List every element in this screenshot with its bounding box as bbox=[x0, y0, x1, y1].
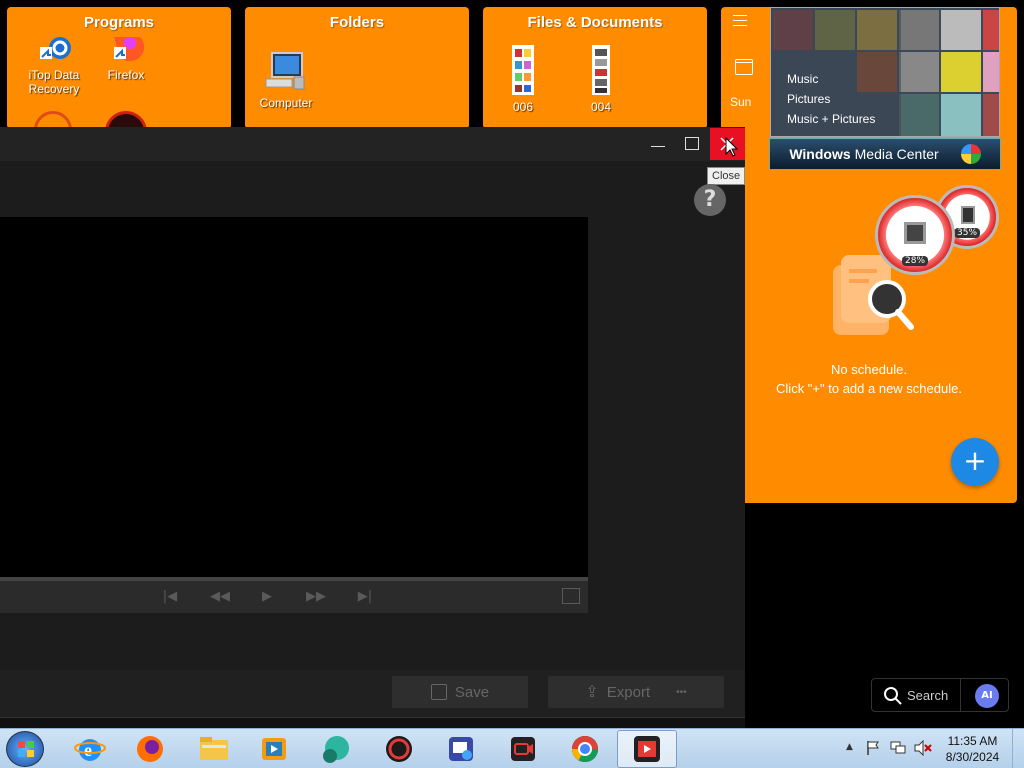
media-menu-music-pictures[interactable]: Music + Pictures bbox=[787, 109, 875, 129]
media-center-brand-suffix: Media Center bbox=[854, 146, 939, 162]
active-app-taskbar-button[interactable] bbox=[617, 730, 677, 768]
media-center-gadget[interactable]: Music Pictures Music + Pictures bbox=[770, 7, 1000, 137]
media-menu-pictures[interactable]: Pictures bbox=[787, 89, 875, 109]
show-hidden-icons-button[interactable]: ▲ bbox=[846, 742, 853, 752]
volume-muted-icon[interactable] bbox=[914, 739, 932, 757]
calendar-icon[interactable] bbox=[735, 59, 753, 75]
close-icon bbox=[720, 136, 739, 157]
skip-end-icon[interactable]: ▶| bbox=[355, 589, 375, 605]
close-tooltip: Close bbox=[707, 167, 746, 185]
maximize-button[interactable] bbox=[685, 137, 699, 150]
cpu-gauge-value: 28% bbox=[902, 256, 929, 266]
cpu-gauge: 28% bbox=[875, 195, 955, 275]
add-schedule-hint: Click "+" to add a new schedule. bbox=[776, 381, 962, 396]
media-center-launch-button[interactable]: Windows Media Center bbox=[769, 138, 1001, 170]
export-button[interactable]: ⇪ Export ••• bbox=[548, 676, 724, 708]
skip-start-icon[interactable]: |◀ bbox=[160, 589, 180, 605]
chrome-icon[interactable] bbox=[569, 733, 601, 765]
file-004-shortcut[interactable]: 004 bbox=[566, 45, 636, 114]
firefox-shortcut[interactable]: Firefox bbox=[91, 37, 161, 82]
security-app-icon[interactable] bbox=[383, 733, 415, 765]
timeline-ruler[interactable] bbox=[0, 717, 745, 728]
clock[interactable]: 11:35 AM 8/30/2024 bbox=[940, 733, 1005, 765]
folders-fence-title: Folders bbox=[329, 14, 385, 31]
save-icon bbox=[430, 684, 447, 700]
firefox-icon bbox=[91, 37, 161, 66]
video-preview bbox=[0, 217, 588, 577]
start-button[interactable] bbox=[6, 731, 44, 767]
file-explorer-icon[interactable] bbox=[198, 733, 230, 765]
media-menu-music[interactable]: Music bbox=[787, 69, 875, 89]
video-editor-icon bbox=[634, 736, 660, 762]
search-icon bbox=[884, 687, 902, 705]
fullscreen-icon[interactable] bbox=[562, 588, 580, 604]
photo-app-icon[interactable] bbox=[445, 733, 477, 765]
hamburger-menu-icon[interactable] bbox=[733, 15, 747, 26]
computer-shortcut[interactable]: Computer bbox=[251, 51, 321, 110]
firefox-label: Firefox bbox=[107, 68, 145, 82]
clock-date: 8/30/2024 bbox=[945, 750, 1000, 764]
windows-orb-icon bbox=[960, 144, 981, 164]
export-icon: ⇪ bbox=[585, 684, 599, 701]
fast-forward-icon[interactable]: ▶▶ bbox=[303, 589, 329, 605]
search-widget[interactable]: Search AI bbox=[871, 678, 1009, 712]
windows-logo-icon bbox=[18, 741, 34, 757]
media-center-brand-prefix: Windows bbox=[789, 146, 851, 162]
minimize-button[interactable] bbox=[651, 146, 665, 147]
no-schedule-text: No schedule. bbox=[831, 362, 907, 377]
ai-assistant-icon[interactable]: AI bbox=[975, 684, 999, 708]
close-button[interactable] bbox=[710, 128, 745, 160]
help-button[interactable]: ? bbox=[694, 184, 726, 216]
network-icon[interactable] bbox=[890, 740, 906, 756]
firefox-taskbar-icon[interactable] bbox=[134, 733, 166, 765]
export-button-label: Export bbox=[606, 683, 651, 701]
save-button-label: Save bbox=[454, 683, 490, 701]
playback-controls: |◀ ◀◀ ▶ ▶▶ ▶| bbox=[0, 581, 588, 613]
chat-app-icon[interactable] bbox=[320, 733, 352, 765]
rewind-icon[interactable]: ◀◀ bbox=[207, 589, 233, 605]
video-editor-window: Close ? |◀ ◀◀ ▶ ▶▶ ▶| Save ⇪ Export ••• bbox=[0, 127, 746, 728]
memory-chip-icon bbox=[961, 206, 975, 224]
files-fence: Files & Documents 006 004 bbox=[483, 7, 707, 129]
desktop: Programs iTop Data Recovery Firefox Fold… bbox=[0, 0, 1024, 768]
itop-data-recovery-label: iTop Data Recovery bbox=[28, 68, 80, 96]
internet-explorer-icon[interactable]: e bbox=[74, 733, 106, 765]
taskbar: e ▲ 11:35 AM 8/30/2024 bbox=[0, 728, 1024, 768]
play-icon[interactable]: ▶ bbox=[257, 589, 277, 605]
add-schedule-button[interactable]: + bbox=[951, 438, 999, 486]
day-label: Sun bbox=[730, 95, 752, 109]
show-desktop-button[interactable] bbox=[1012, 729, 1024, 768]
image-file-icon bbox=[488, 45, 558, 98]
programs-fence-title: Programs bbox=[83, 14, 155, 31]
media-player-icon[interactable] bbox=[258, 733, 290, 765]
computer-label: Computer bbox=[259, 96, 313, 110]
clock-time: 11:35 AM bbox=[947, 734, 998, 748]
window-titlebar[interactable] bbox=[0, 127, 745, 161]
itop-data-recovery-shortcut[interactable]: iTop Data Recovery bbox=[19, 37, 89, 96]
plus-icon: + bbox=[963, 444, 987, 477]
file-006-label: 006 bbox=[512, 100, 534, 114]
save-button[interactable]: Save bbox=[392, 676, 528, 708]
action-center-flag-icon[interactable] bbox=[866, 740, 880, 756]
screen-recorder-icon[interactable] bbox=[507, 733, 539, 765]
computer-icon bbox=[251, 51, 321, 94]
file-004-label: 004 bbox=[590, 100, 612, 114]
itop-data-recovery-icon bbox=[19, 37, 89, 66]
more-options-icon[interactable]: ••• bbox=[676, 687, 687, 698]
search-divider bbox=[960, 679, 961, 711]
no-schedule-illustration bbox=[827, 255, 914, 335]
media-menu: Music Pictures Music + Pictures bbox=[787, 69, 875, 129]
search-widget-label: Search bbox=[907, 688, 949, 703]
image-file-icon bbox=[566, 45, 636, 98]
folders-fence: Folders Computer bbox=[245, 7, 469, 129]
programs-fence: Programs iTop Data Recovery Firefox bbox=[7, 7, 231, 129]
files-fence-title: Files & Documents bbox=[527, 14, 663, 31]
file-006-shortcut[interactable]: 006 bbox=[488, 45, 558, 114]
cpu-chip-icon bbox=[904, 222, 926, 244]
memory-gauge-value: 35% bbox=[954, 228, 981, 238]
